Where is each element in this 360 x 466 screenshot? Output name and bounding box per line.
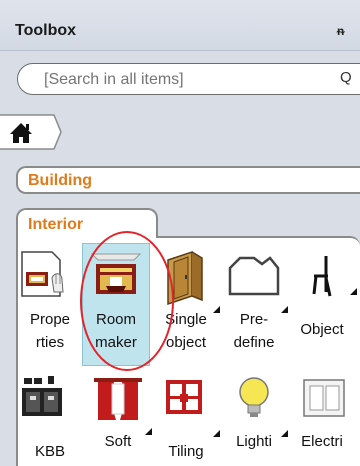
- object-chair-icon: [312, 256, 332, 297]
- predefine-icon: [228, 256, 280, 296]
- annotation-circle: [80, 231, 174, 371]
- category-building-label: Building: [28, 172, 92, 189]
- item-label: Tiling: [168, 443, 204, 460]
- category-interior-label: Interior: [28, 216, 84, 233]
- breadcrumb-home[interactable]: [0, 114, 62, 150]
- item-label: Object: [300, 321, 344, 338]
- item-label: Pre- define: [233, 311, 275, 351]
- soft-furnishing-icon: [94, 378, 142, 420]
- kbb-icon: [22, 376, 62, 416]
- toolbox-title: Toolbox: [15, 22, 77, 39]
- category-building[interactable]: Building: [16, 166, 360, 194]
- item-label: Prope rties: [29, 311, 71, 351]
- lighting-icon: [239, 377, 269, 417]
- search-button[interactable]: Q: [340, 69, 352, 86]
- electrical-icon: [303, 379, 345, 417]
- item-label: Electri: [301, 433, 343, 450]
- search-input[interactable]: [42, 69, 336, 91]
- tiling-icon: [166, 380, 202, 414]
- home-icon[interactable]: [0, 114, 62, 150]
- toolbox-titlebar: Toolbox ᵰ: [0, 0, 360, 51]
- properties-icon: [21, 251, 64, 297]
- item-label: KBB: [34, 443, 65, 460]
- pin-icon[interactable]: ᵰ: [337, 24, 344, 38]
- search-box[interactable]: Q: [17, 63, 360, 95]
